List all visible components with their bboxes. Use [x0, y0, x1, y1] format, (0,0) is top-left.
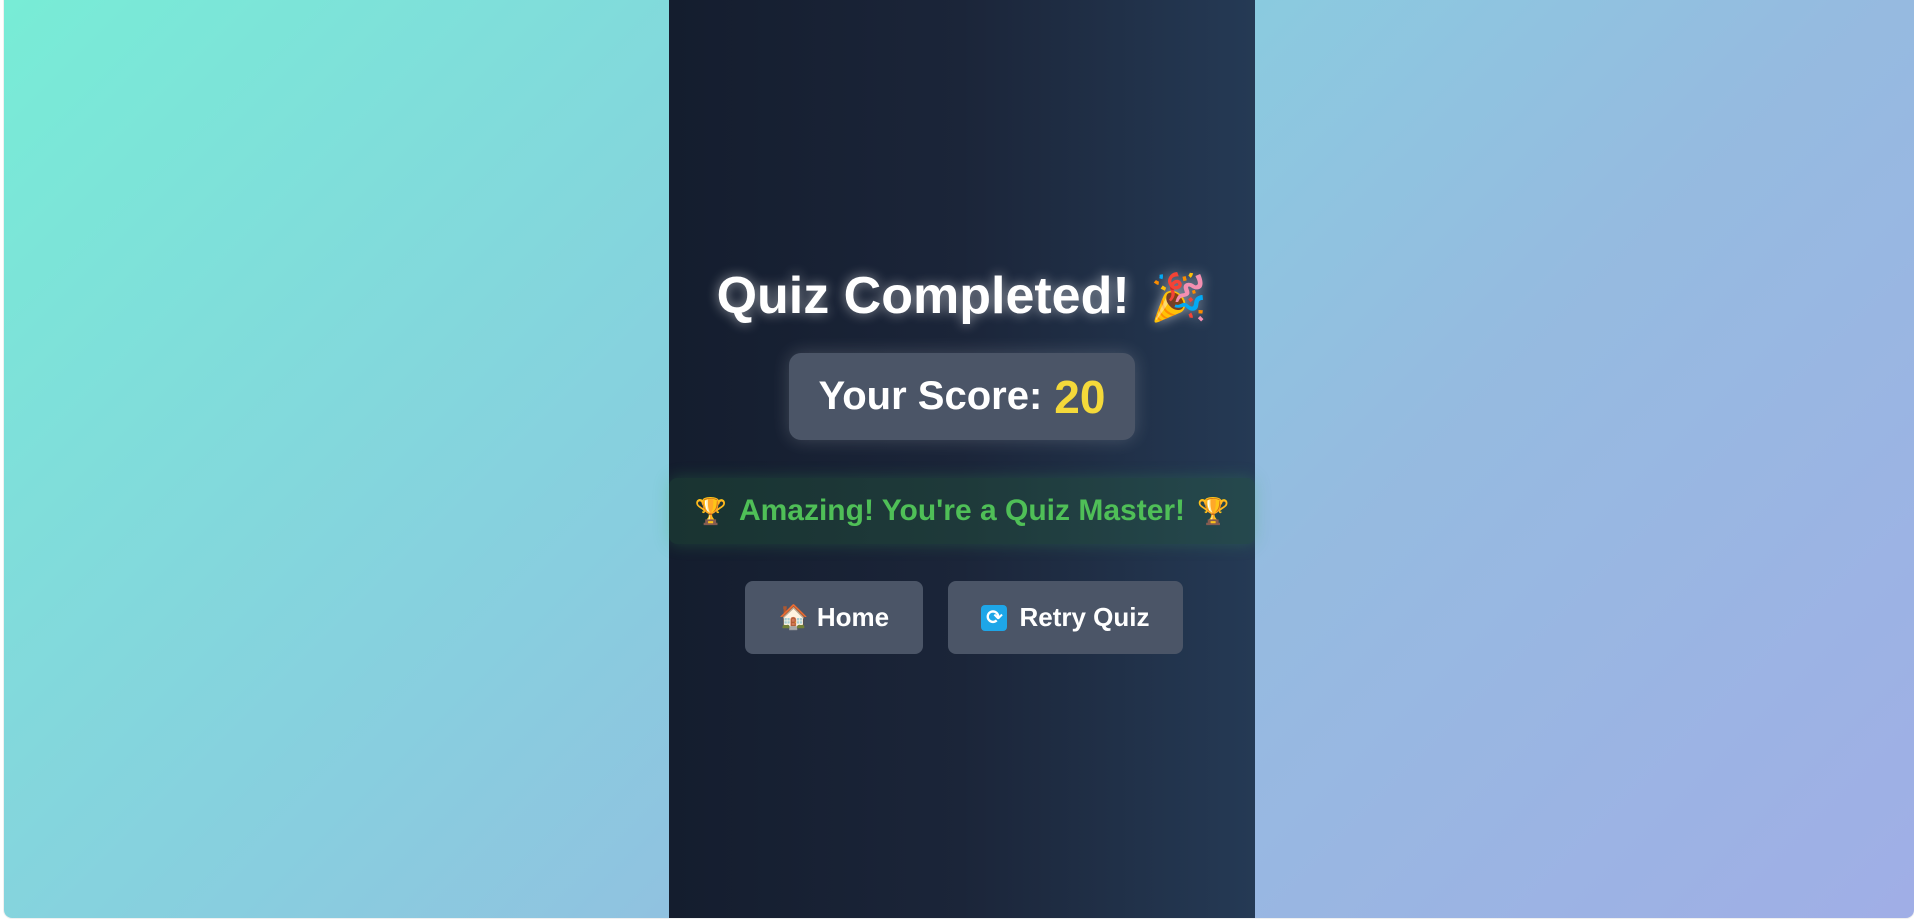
trophy-icon: 🏆 — [1197, 495, 1230, 526]
house-icon: 🏠 — [778, 604, 809, 631]
title-text: Quiz Completed! — [716, 267, 1130, 325]
result-panel: Quiz Completed! 🎉 Your Score: 20 🏆 Amazi… — [669, 0, 1255, 918]
page-title: Quiz Completed! 🎉 — [669, 266, 1255, 326]
trophy-icon: 🏆 — [694, 495, 727, 526]
result-message-banner: 🏆 Amazing! You're a Quiz Master! 🏆 — [669, 478, 1255, 544]
page-background: Quiz Completed! 🎉 Your Score: 20 🏆 Amazi… — [4, 0, 1914, 918]
party-popper-icon: 🎉 — [1150, 271, 1208, 323]
home-button[interactable]: 🏠 Home — [745, 581, 923, 654]
score-card: Your Score: 20 — [789, 353, 1135, 440]
score-value: 20 — [1054, 370, 1106, 423]
score-label: Your Score: — [818, 374, 1043, 418]
retry-button-label: Retry Quiz — [1019, 602, 1150, 632]
home-button-label: Home — [816, 602, 890, 632]
result-message: Amazing! You're a Quiz Master! — [738, 494, 1186, 527]
retry-quiz-button[interactable]: ⟳ Retry Quiz — [948, 581, 1183, 654]
retry-icon: ⟳ — [981, 604, 1008, 631]
